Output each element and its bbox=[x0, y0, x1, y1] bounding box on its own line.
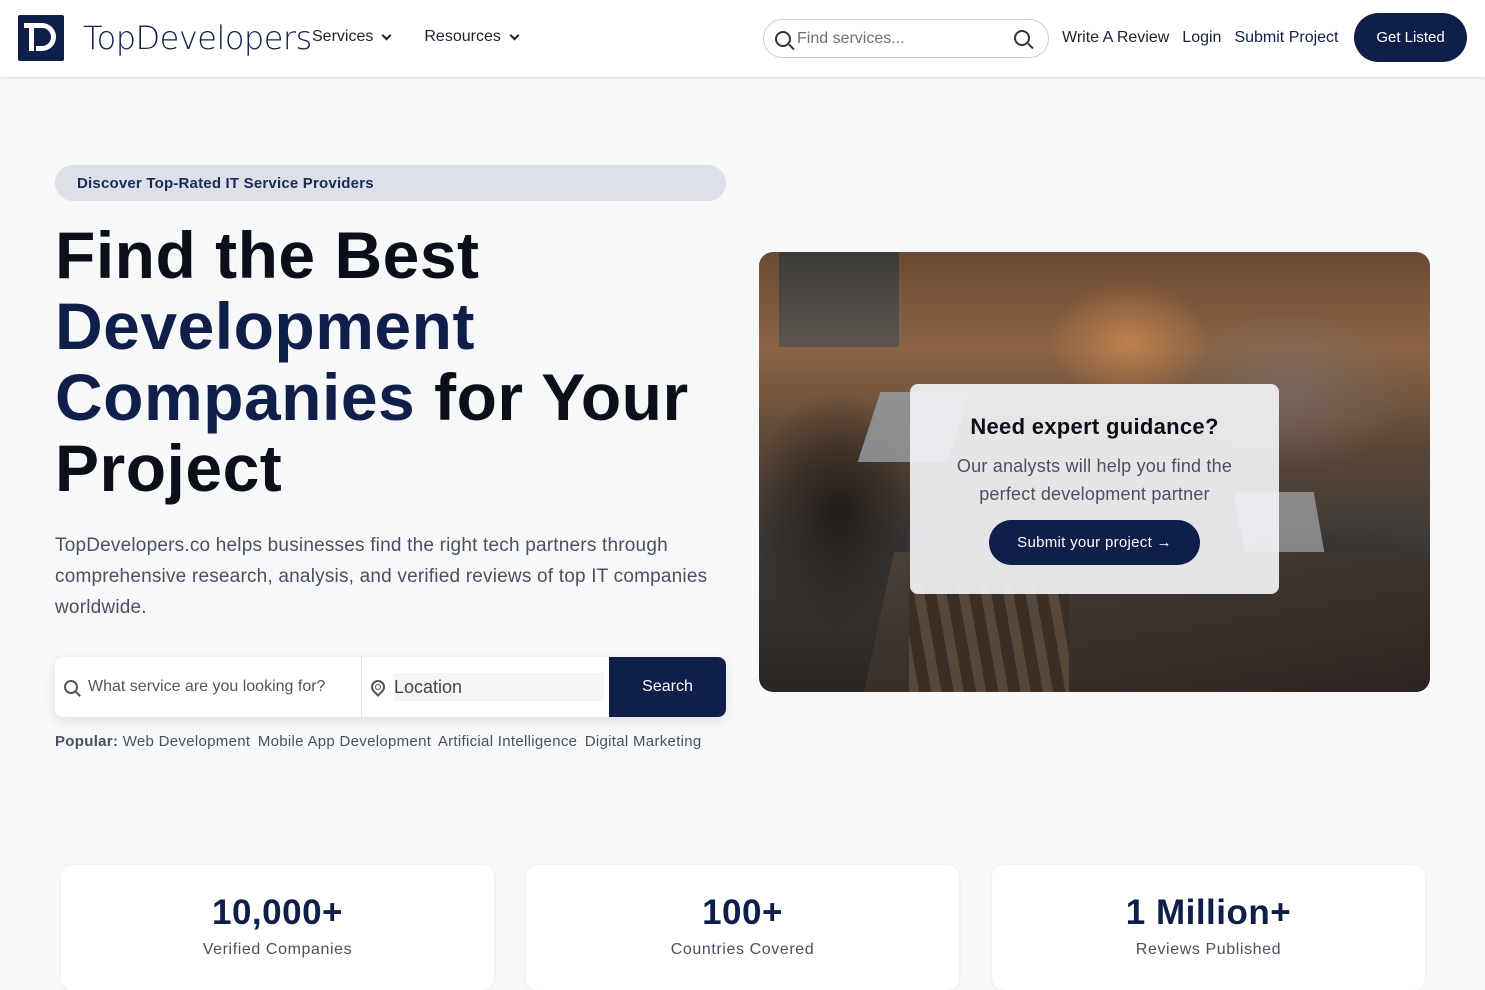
popular-tag[interactable]: Artificial Intelligence bbox=[438, 733, 577, 750]
photo-chair bbox=[909, 582, 1069, 692]
stat-label: Verified Companies bbox=[202, 941, 353, 958]
logo-mark-icon bbox=[18, 15, 64, 61]
popular-tag[interactable]: Mobile App Development bbox=[258, 733, 431, 750]
location-input[interactable] bbox=[394, 673, 604, 701]
hero-search-box: Search bbox=[55, 657, 726, 717]
search-icon bbox=[775, 30, 791, 47]
hero-title: Find the Best Development Companies for … bbox=[55, 220, 735, 504]
login-link[interactable]: Login bbox=[1182, 29, 1221, 47]
nav-services-label: Services bbox=[312, 28, 374, 45]
chevron-down-icon bbox=[509, 30, 520, 41]
nav-resources[interactable]: Resources bbox=[424, 28, 520, 46]
write-review-link[interactable]: Write A Review bbox=[1062, 29, 1169, 47]
popular-tag[interactable]: Web Development bbox=[123, 733, 251, 750]
search-submit-icon[interactable] bbox=[1014, 30, 1030, 46]
submit-project-link[interactable]: Submit Project bbox=[1234, 29, 1338, 47]
hero-search-button[interactable]: Search bbox=[609, 657, 726, 717]
header-search bbox=[763, 19, 1049, 58]
site-header: TopDevelopers Services Resources Write A… bbox=[0, 0, 1485, 77]
logo[interactable]: TopDevelopers bbox=[18, 15, 312, 61]
hero-pill: Discover Top-Rated IT Service Providers bbox=[55, 165, 726, 201]
logo-text: TopDevelopers bbox=[83, 19, 312, 57]
stat-card: 100+ Countries Covered bbox=[526, 865, 959, 990]
stat-label: Countries Covered bbox=[670, 941, 815, 958]
guidance-card: Need expert guidance? Our analysts will … bbox=[910, 384, 1279, 594]
search-icon bbox=[64, 680, 78, 694]
header-links: Write A Review Login Submit Project bbox=[1062, 29, 1339, 47]
hero-title-line1: Find the Best bbox=[55, 218, 480, 292]
service-input[interactable] bbox=[88, 678, 348, 696]
stat-card: 1 Million+ Reviews Published bbox=[992, 865, 1425, 990]
hero-description: TopDevelopers.co helps businesses find t… bbox=[55, 535, 708, 618]
guidance-description: Our analysts will help you find the perf… bbox=[956, 456, 1233, 504]
hero-title-accent2: Companies bbox=[55, 360, 416, 434]
header-search-input[interactable] bbox=[797, 29, 997, 48]
location-field bbox=[362, 657, 609, 717]
location-pin-icon bbox=[368, 677, 388, 697]
nav-resources-label: Resources bbox=[424, 28, 501, 45]
stat-value: 10,000+ bbox=[212, 893, 343, 932]
submit-project-button[interactable]: Submit your project → bbox=[989, 520, 1200, 565]
chevron-down-icon bbox=[381, 30, 392, 41]
hero-title-rest: for Your bbox=[415, 360, 689, 434]
hero-title-line4: Project bbox=[55, 431, 283, 505]
popular-searches: Popular: Web Development Mobile App Deve… bbox=[55, 729, 705, 754]
guidance-title: Need expert guidance? bbox=[970, 414, 1219, 439]
nav-services[interactable]: Services bbox=[312, 28, 392, 46]
stat-value: 1 Million+ bbox=[1125, 893, 1292, 932]
hero-title-accent1: Development bbox=[55, 289, 475, 363]
popular-label: Popular: bbox=[55, 733, 119, 750]
main-nav: Services Resources bbox=[312, 28, 520, 46]
stat-label: Reviews Published bbox=[1135, 941, 1282, 958]
stat-card: 10,000+ Verified Companies bbox=[61, 865, 494, 990]
get-listed-button[interactable]: Get Listed bbox=[1354, 13, 1467, 62]
photo-window bbox=[779, 252, 899, 347]
popular-tag[interactable]: Digital Marketing bbox=[585, 733, 702, 750]
service-field bbox=[55, 657, 362, 717]
stat-value: 100+ bbox=[702, 893, 783, 932]
